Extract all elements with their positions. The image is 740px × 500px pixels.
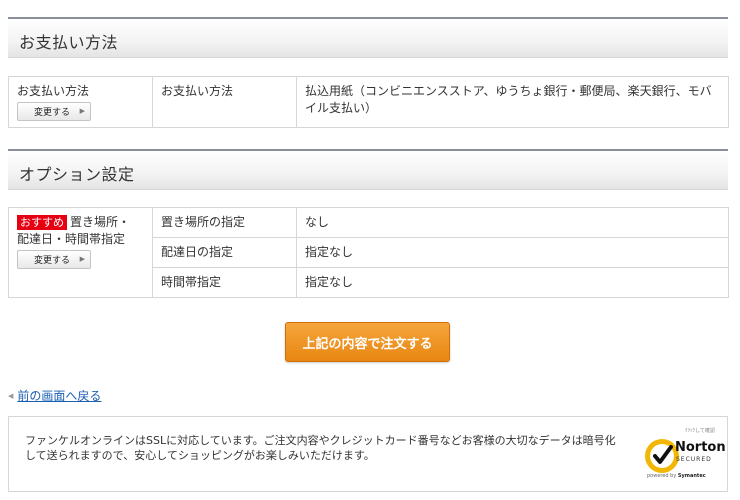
place-order-button[interactable]: 上記の内容で注文する — [285, 322, 450, 362]
payment-section-title: お支払い方法 — [19, 33, 119, 52]
arrow-right-icon: ▶ — [79, 107, 85, 115]
payment-section-header: お支払い方法 — [8, 17, 728, 58]
norton-secured-seal[interactable]: ｸﾘｯｸして確認 Norton SECURED powered by Syman… — [639, 427, 726, 483]
payment-label: お支払い方法 — [17, 84, 90, 98]
back-link[interactable]: 前の画面へ戻る — [17, 389, 101, 403]
payment-change-button[interactable]: 変更する ▶ — [17, 102, 91, 121]
payment-value-cell: 払込用紙（コンビニエンスストア、ゆうちょ銀行・郵便局、楽天銀行、モバイル支払い） — [296, 76, 729, 128]
norton-tagline: ｸﾘｯｸして確認 — [685, 428, 715, 434]
option-value-cell: なし — [296, 207, 729, 238]
option-field-cell: 配達日の指定 — [152, 237, 297, 268]
option-section-header: オプション設定 — [8, 149, 728, 190]
arrow-right-icon: ▶ — [79, 255, 85, 263]
option-label-line2: 配達日・時間帯指定 — [17, 232, 126, 246]
back-link-row: ◀ 前の画面へ戻る — [8, 387, 101, 404]
ssl-notice-box: ファンケルオンラインはSSLに対応しています。ご注文内容やクレジットカード番号な… — [8, 416, 728, 492]
option-value-cell: 指定なし — [296, 267, 729, 298]
table-row: お支払い方法 変更する ▶ お支払い方法 払込用紙（コンビニエンスストア、ゆうち… — [8, 76, 729, 128]
ssl-notice-text: ファンケルオンラインはSSLに対応しています。ご注文内容やクレジットカード番号な… — [25, 434, 616, 462]
option-label-line1: 置き場所・ — [70, 215, 131, 229]
payment-label-cell: お支払い方法 変更する ▶ — [8, 76, 153, 128]
norton-brand: Norton — [675, 440, 726, 455]
payment-field-cell: お支払い方法 — [152, 76, 297, 128]
option-value-cell: 指定なし — [296, 237, 729, 268]
recommend-badge: おすすめ — [17, 215, 67, 230]
option-table: おすすめ 置き場所・ 配達日・時間帯指定 変更する ▶ 置き場所の指定 なし 配達… — [8, 207, 729, 298]
change-button-label: 変更する — [34, 108, 71, 118]
change-button-label: 変更する — [34, 256, 71, 266]
payment-table: お支払い方法 変更する ▶ お支払い方法 払込用紙（コンビニエンスストア、ゆうち… — [8, 76, 729, 128]
norton-powered-by: powered by Symantec — [647, 473, 706, 479]
norton-secured-label: SECURED — [676, 456, 712, 463]
option-label-cell: おすすめ 置き場所・ 配達日・時間帯指定 変更する ▶ — [8, 207, 153, 298]
option-section-title: オプション設定 — [19, 165, 135, 184]
table-row: おすすめ 置き場所・ 配達日・時間帯指定 変更する ▶ 置き場所の指定 なし — [8, 207, 729, 298]
option-field-cell: 置き場所の指定 — [152, 207, 297, 238]
triangle-left-icon: ◀ — [8, 392, 14, 400]
option-change-button[interactable]: 変更する ▶ — [17, 250, 91, 269]
option-field-cell: 時間帯指定 — [152, 267, 297, 298]
